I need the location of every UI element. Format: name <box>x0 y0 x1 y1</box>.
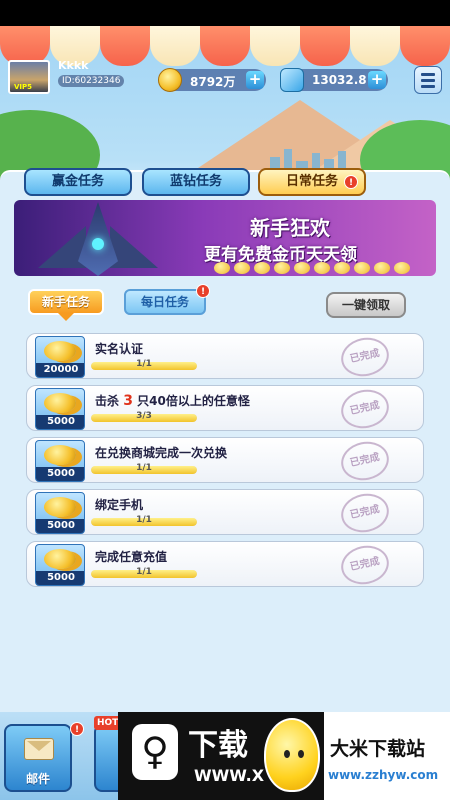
promo-banner[interactable]: 新手狂欢 更有免费金币天天领 <box>14 200 436 276</box>
progress-text: 1/1 <box>136 515 152 525</box>
task-row: 5000 绑定手机 1/1 已完成 <box>26 489 424 537</box>
watermark-site-name: 大米下载站 <box>330 738 426 760</box>
claim-all-button[interactable]: 一键领取 <box>326 292 406 318</box>
reward-coins: 5000 <box>35 544 85 586</box>
task-title: 实名认证 <box>95 342 144 356</box>
envelope-icon <box>24 738 54 760</box>
status-strip <box>0 0 450 26</box>
completed-stamp: 已完成 <box>337 333 393 381</box>
spaceship-illustration <box>38 202 158 276</box>
reward-coins: 5000 <box>35 388 85 430</box>
game-screen: VIP5 Kkkk ID:60232346 8792万 + 13032.8 + … <box>0 0 450 800</box>
gold-coin-icon <box>158 68 182 92</box>
daily-tasks-alert-icon: ! <box>344 175 358 189</box>
task-row: 20000 实名认证 1/1 已完成 <box>26 333 424 381</box>
watermark-logo-icon: ♀ <box>132 724 178 780</box>
hamburger-icon <box>421 85 435 88</box>
add-diamond-button[interactable]: + <box>368 71 386 89</box>
watermark-text: 下载 <box>188 728 248 763</box>
gold-coins-icon <box>44 341 76 361</box>
progress-text: 1/1 <box>136 359 152 369</box>
hamburger-icon <box>421 79 435 82</box>
banner-title: 新手狂欢 <box>250 216 330 240</box>
progress-text: 1/1 <box>136 463 152 473</box>
gold-coins-icon <box>44 445 76 465</box>
mail-alert-icon: ! <box>70 722 84 736</box>
reward-amount: 5000 <box>36 467 84 481</box>
gold-coins-icon <box>44 549 76 569</box>
gold-amount: 8792万 <box>190 75 236 89</box>
reward-amount: 5000 <box>36 415 84 429</box>
watermark-url: WWW.X <box>194 766 265 785</box>
tab-gold-tasks[interactable]: 赢金任务 <box>24 168 132 196</box>
diamond-balance: 13032.8 + <box>280 68 388 92</box>
completed-stamp: 已完成 <box>337 489 393 537</box>
mail-label: 邮件 <box>25 772 50 786</box>
task-title: 击杀 3 只40倍以上的任意怪 <box>95 392 250 409</box>
coins-decoration <box>214 262 414 276</box>
vip-tag: VIP5 <box>14 83 33 91</box>
task-title: 绑定手机 <box>95 498 144 512</box>
progress-text: 1/1 <box>136 567 152 577</box>
completed-stamp: 已完成 <box>337 385 393 433</box>
task-row: 5000 完成任意充值 1/1 已完成 <box>26 541 424 589</box>
reward-coins: 5000 <box>35 440 85 482</box>
task-title-suffix: 只40倍以上的任意怪 <box>137 394 250 408</box>
watermark-panel: 大米下载站 www.zzhyw.com <box>324 712 450 800</box>
menu-button[interactable] <box>414 66 442 94</box>
everyday-tasks-alert-icon: ! <box>196 284 210 298</box>
tab-newbie-tasks[interactable]: 新手任务 <box>28 289 104 315</box>
hamburger-icon <box>421 73 435 76</box>
task-title-count: 3 <box>123 393 133 409</box>
add-gold-button[interactable]: + <box>246 71 264 89</box>
diamond-amount: 13032.8 <box>312 73 367 87</box>
active-tab-pointer <box>58 313 74 321</box>
task-title-prefix: 击杀 <box>95 394 120 408</box>
task-title: 在兑换商城完成一次兑换 <box>95 446 228 460</box>
progress-text: 3/3 <box>136 411 152 421</box>
reward-amount: 5000 <box>36 519 84 533</box>
tab-daily-label: 日常任务 <box>285 174 338 189</box>
mail-button[interactable]: 邮件 <box>4 724 72 792</box>
blue-diamond-icon <box>280 68 304 92</box>
watermark: ♀ 下载 WWW.X 大米下载站 www.zzhyw.com <box>118 712 450 800</box>
reward-coins: 20000 <box>35 336 85 378</box>
player-profile[interactable]: VIP5 Kkkk ID:60232346 <box>6 59 134 94</box>
avatar[interactable]: VIP5 <box>8 60 50 94</box>
user-id: ID:60232346 <box>58 75 125 87</box>
completed-stamp: 已完成 <box>337 437 393 485</box>
completed-stamp: 已完成 <box>337 541 393 589</box>
reward-coins: 5000 <box>35 492 85 534</box>
reward-amount: 5000 <box>36 571 84 585</box>
watermark-site-url: www.zzhyw.com <box>328 768 439 782</box>
gold-coins-icon <box>44 497 76 517</box>
task-title: 完成任意充值 <box>95 550 168 564</box>
username: Kkkk <box>58 59 89 72</box>
tab-diamond-tasks[interactable]: 蓝钻任务 <box>142 168 250 196</box>
reward-amount: 20000 <box>36 363 84 377</box>
gold-coins-icon <box>44 393 76 413</box>
task-row: 5000 在兑换商城完成一次兑换 1/1 已完成 <box>26 437 424 485</box>
egg-mascot-icon <box>264 718 320 792</box>
gold-balance: 8792万 + <box>158 68 266 92</box>
task-row: 5000 击杀 3 只40倍以上的任意怪 3/3 已完成 <box>26 385 424 433</box>
tab-everyday-tasks[interactable]: 每日任务 <box>124 289 206 315</box>
